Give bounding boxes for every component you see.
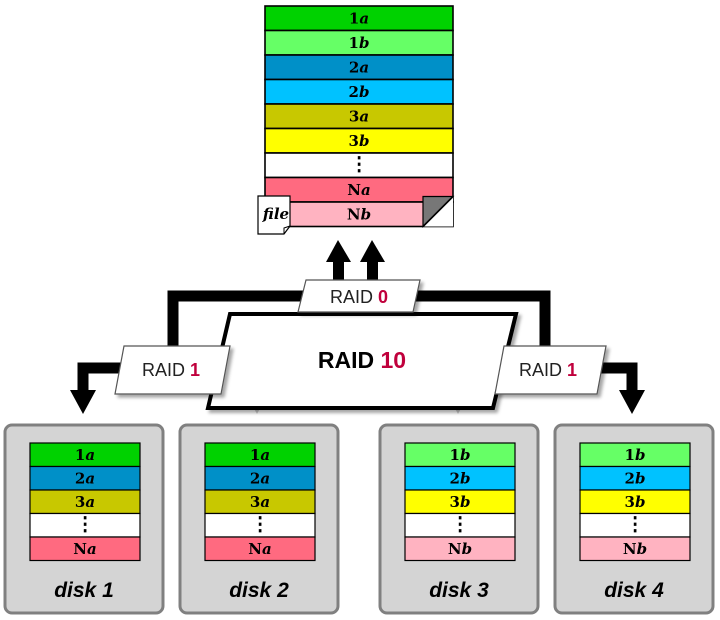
arrow-down-disk1-icon xyxy=(70,390,96,414)
block-label: 1a xyxy=(349,10,369,28)
disk-1: 1a 2a 3a ⋮ Na disk 1 xyxy=(3,423,165,615)
disk-label: disk 2 xyxy=(229,579,289,602)
block-label: 3b xyxy=(349,132,370,150)
file-document: 1a 1b 2a 2b 3a 3b ⋮ Na Nb file xyxy=(257,5,455,235)
block-label: 2b xyxy=(625,470,646,488)
block-label: 3b xyxy=(625,493,646,511)
arrow-up-left-icon xyxy=(326,240,351,262)
disk-label: disk 1 xyxy=(54,579,114,602)
block-label: 3b xyxy=(450,493,471,511)
block-label: 1b xyxy=(625,446,646,464)
block-label: 1a xyxy=(75,446,95,464)
block-label: Na xyxy=(347,181,370,199)
file-tag-label: file xyxy=(262,205,289,223)
block-label: 3a xyxy=(75,493,95,511)
block-label: 3a xyxy=(250,493,270,511)
block-label: 2a xyxy=(250,470,270,488)
arrow-down-disk4-icon xyxy=(619,390,645,414)
raid1-right-label: RAID 1 xyxy=(519,360,577,380)
block-label: 3a xyxy=(349,108,369,126)
disk-label: disk 3 xyxy=(429,579,489,602)
disk-3: 1b 2b 3b ⋮ Nb disk 3 xyxy=(378,423,540,615)
block-label: 1a xyxy=(250,446,270,464)
block-label: Nb xyxy=(623,540,647,558)
arrow-up-right-icon xyxy=(360,240,385,262)
disk-2: 1a 2a 3a ⋮ Na disk 2 xyxy=(178,423,340,615)
block-label: Nb xyxy=(448,540,472,558)
disk-4: 1b 2b 3b ⋮ Nb disk 4 xyxy=(553,423,715,615)
ellipsis-dots: ⋮ xyxy=(451,514,470,536)
ellipsis-dots: ⋮ xyxy=(350,154,369,176)
disk-label: disk 4 xyxy=(604,579,664,602)
raid0-label: RAID 0 xyxy=(330,287,388,307)
block-label: Nb xyxy=(347,206,371,224)
raid10-diagram: 1a 1b 2a 2b 3a 3b ⋮ Na Nb file RAID 10 RAID 0 RAI… xyxy=(3,5,715,615)
block-label: 2b xyxy=(450,470,471,488)
block-label: 2a xyxy=(75,470,95,488)
block-label: 2a xyxy=(349,59,369,77)
block-label: 1b xyxy=(450,446,471,464)
ellipsis-dots: ⋮ xyxy=(626,514,645,536)
block-label: Na xyxy=(73,540,96,558)
ellipsis-dots: ⋮ xyxy=(251,514,270,536)
block-label: 1b xyxy=(349,34,370,52)
block-label: Na xyxy=(248,540,271,558)
raid1-left-label: RAID 1 xyxy=(142,360,200,380)
file-tag: file xyxy=(257,195,291,235)
raid10-label: RAID 10 xyxy=(318,347,406,373)
block-label: 2b xyxy=(349,83,370,101)
ellipsis-dots: ⋮ xyxy=(76,514,95,536)
disk-array: 1a 2a 3a ⋮ Na disk 1 1a 2a 3a ⋮ Na disk 2 1b 2b 3b ⋮ Nb d… xyxy=(3,423,715,615)
